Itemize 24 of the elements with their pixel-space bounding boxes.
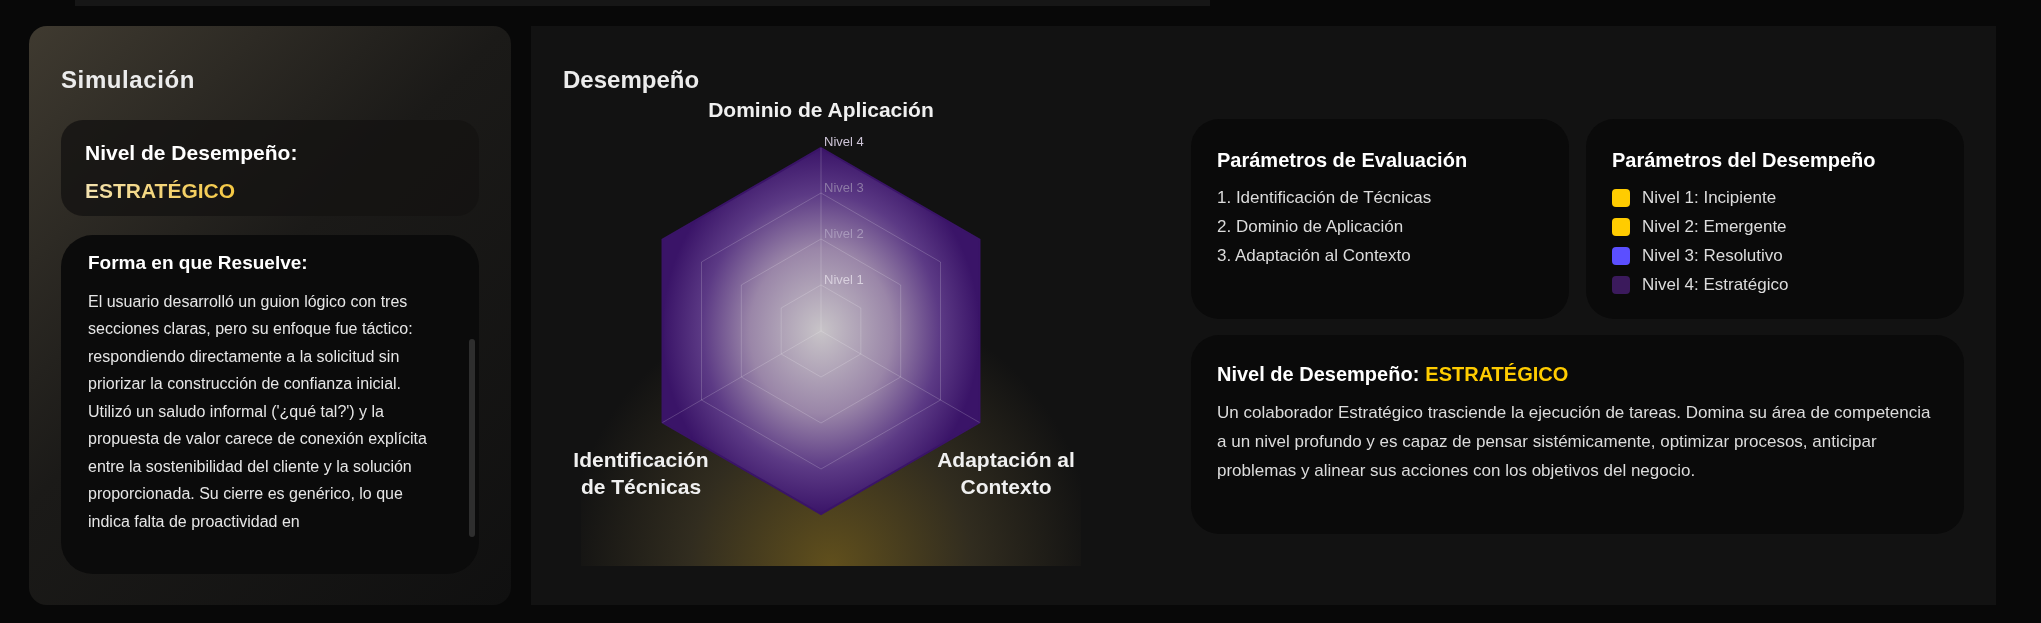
level-label: Nivel de Desempeño:	[85, 140, 299, 166]
criterion-item: 3. Adaptación al Contexto	[1217, 245, 1412, 267]
legend-label: Nivel 3: Resolutivo	[1642, 244, 1783, 267]
axis-label: Identificación de Técnicas	[572, 447, 710, 500]
summary-description: Un colaborador Estratégico trasciende la ejecución de tareas. Domina su área de competencia a un nivel profundo y es capaz de pensar sistémicamente, optimizar procesos, anticipar problemas y alinear sus acciones con los objetivos del negocio.	[1217, 402, 1932, 482]
resolution-text: El usuario desarrolló un guion lógico con tres secciones claras, pero su enfoque fue táctico: respondiendo directamente a la solicitud sin priorizar la construcción de confianza inicial. Utilizó un saludo informal ('¿qué tal?') y la propuesta de valor carece de conexión explícita entre la sostenibilidad del cliente y la solución proporcionada. Su cierre es genérico, lo que indica falta de proactividad en	[88, 291, 428, 532]
card-heading: Parámetros de Evaluación	[1217, 148, 1469, 173]
card-heading: Parámetros del Desempeño	[1612, 148, 1877, 173]
legend-label: Nivel 1: Incipiente	[1642, 186, 1777, 209]
criterion-item: 1. Identificación de Técnicas	[1217, 187, 1433, 209]
level-tick-label: Nivel 4	[824, 133, 864, 151]
axis-label: Dominio de Aplicación	[707, 97, 935, 123]
summary-label: Nivel de Desempeño:	[1217, 362, 1420, 387]
level-tick-label: Nivel 3	[824, 179, 864, 197]
card-title: Simulación	[61, 65, 197, 95]
criterion-item: 2. Dominio de Aplicación	[1217, 216, 1405, 238]
summary-value: ESTRATÉGICO	[1425, 362, 1569, 387]
axis-label: Adaptación al Contexto	[936, 447, 1076, 500]
panel-title: Desempeño	[563, 65, 701, 95]
level-tick-label: Nivel 1	[824, 271, 864, 289]
scrollbar[interactable]	[469, 339, 475, 537]
legend-label: Nivel 4: Estratégico	[1642, 273, 1789, 296]
legend-label: Nivel 2: Emergente	[1642, 215, 1787, 238]
resolution-title: Forma en que Resuelve:	[88, 251, 309, 275]
